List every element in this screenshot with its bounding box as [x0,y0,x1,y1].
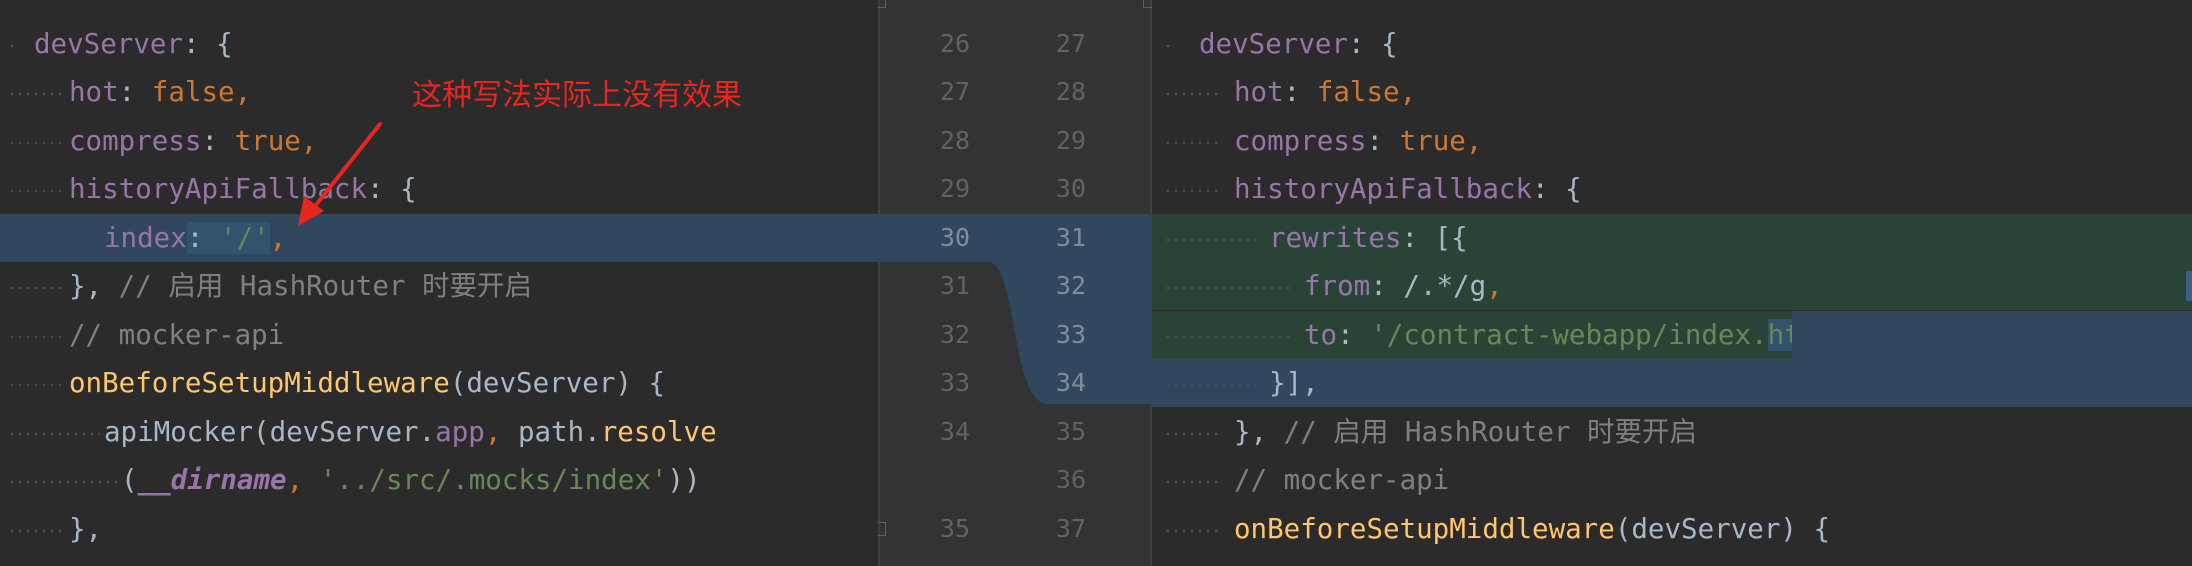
code-text: (__dirname, '../src/.mocks/index')) [121,464,701,496]
line-number-right: 35 [1055,417,1086,446]
code-line: }, // 启用 HashRouter 时要开启 [1152,408,2192,456]
indent-guide [1164,311,1292,359]
code-text: index: '/', [104,222,287,254]
indent-guide [1164,456,1220,504]
indent-guide [1164,505,1220,553]
code-line: compress: true, [1152,117,2192,165]
line-number-right: 29 [1055,126,1086,155]
line-number-right: 31 [1055,223,1086,252]
line-number-right: 32 [1055,271,1086,300]
annotation-label: 这种写法实际上没有效果 [412,78,742,113]
change-marker [2186,271,2192,301]
code-text: apiMocker(devServer.app, path.resolve [104,416,717,448]
line-number-left: 35 [939,514,970,543]
indent-guide [1164,68,1220,116]
indent-guide [1164,408,1220,456]
code-text: compress: true, [69,125,318,157]
changed-code-line: }], [1152,359,2192,407]
annotation-arrow-icon [298,122,382,226]
code-text: compress: true, [1234,125,1483,157]
code-line: onBeforeSetupMiddleware(devServer) { [0,359,878,407]
inserted-code-line: rewrites: [{ [1152,214,2192,262]
line-number-left: 29 [939,174,970,203]
line-number-left: 32 [939,320,970,349]
line-number-left: 28 [939,126,970,155]
indent-guide [1164,117,1220,165]
code-text: to: '/contract-webapp/index.html', [1304,311,1867,359]
code-text: devServer: { [34,28,233,60]
code-line: devServer: { [0,20,878,68]
code-line: hot: false, [1152,68,2192,116]
line-number-right: 37 [1055,514,1086,543]
code-text: onBeforeSetupMiddleware(devServer) { [1234,513,1831,545]
indent-guide [1164,262,1292,310]
line-number-right: 34 [1055,368,1086,397]
fold-marker-icon[interactable] [878,0,886,8]
code-text: from: /.*/g, [1304,270,1503,302]
code-line: // mocker-api [0,311,878,359]
line-number-right: 30 [1055,174,1086,203]
code-text: rewrites: [{ [1269,222,1468,254]
line-number-left: 34 [939,417,970,446]
code-text: // mocker-api [69,319,285,351]
indent-guide [8,408,100,456]
line-number-right: 33 [1055,320,1086,349]
inserted-code-line: to: '/contract-webapp/index.html', [1152,311,2192,359]
changed-region [1792,311,2192,359]
indent-guide [1164,165,1220,213]
code-text: hot: false, [69,76,252,108]
code-text: // mocker-api [1234,464,1450,496]
indent-guide [1164,20,1172,68]
code-line: compress: true, [0,117,878,165]
inserted-code-line: from: /.*/g, [1152,262,2192,310]
changed-code-line: index: '/', [0,214,878,262]
line-number-right: 36 [1055,465,1086,494]
indent-guide [8,68,64,116]
fold-marker-icon[interactable] [878,522,886,536]
code-line: (__dirname, '../src/.mocks/index')) [0,456,878,504]
line-number-left: 31 [939,271,970,300]
indent-guide [8,456,120,504]
indent-guide [8,505,64,553]
indent-guide [1164,214,1256,262]
indent-guide [1164,359,1256,407]
indent-guide [8,214,100,262]
right-editor-pane[interactable]: devServer: { hot: false, compress: true,… [1152,0,2192,566]
code-line: // mocker-api [1152,456,2192,504]
code-line: historyApiFallback: { [0,165,878,213]
code-text: hot: false, [1234,76,1417,108]
diff-gutter: 26 27 28 29 30 31 32 33 34 35 27 28 29 3… [878,0,1152,566]
code-line: onBeforeSetupMiddleware(devServer) { [1152,505,2192,553]
code-text: }, // 启用 HashRouter 时要开启 [69,270,533,302]
indent-guide [8,359,64,407]
line-number-right: 27 [1055,29,1086,58]
code-line: historyApiFallback: { [1152,165,2192,213]
line-number-left [910,456,970,504]
code-line: }, // 启用 HashRouter 时要开启 [0,262,878,310]
code-text: historyApiFallback: { [1234,173,1582,205]
code-text: }, [69,513,103,545]
line-number-right: 28 [1055,77,1086,106]
indent-guide [8,165,64,213]
code-line: apiMocker(devServer.app, path.resolve [0,408,878,456]
line-number-left: 30 [939,223,970,252]
code-text: }], [1269,367,1319,399]
code-text: }, // 启用 HashRouter 时要开启 [1234,416,1698,448]
indent-guide [8,20,16,68]
indent-guide [8,117,64,165]
code-line: }, [0,505,878,553]
code-line: devServer: { [1152,20,2192,68]
code-text: devServer: { [1199,28,1398,60]
indent-guide [8,311,64,359]
line-number-left: 26 [939,29,970,58]
line-number-left: 33 [939,368,970,397]
code-text: onBeforeSetupMiddleware(devServer) { [69,367,666,399]
indent-guide [8,262,64,310]
line-number-left: 27 [939,77,970,106]
fold-marker-icon[interactable] [1143,0,1152,8]
